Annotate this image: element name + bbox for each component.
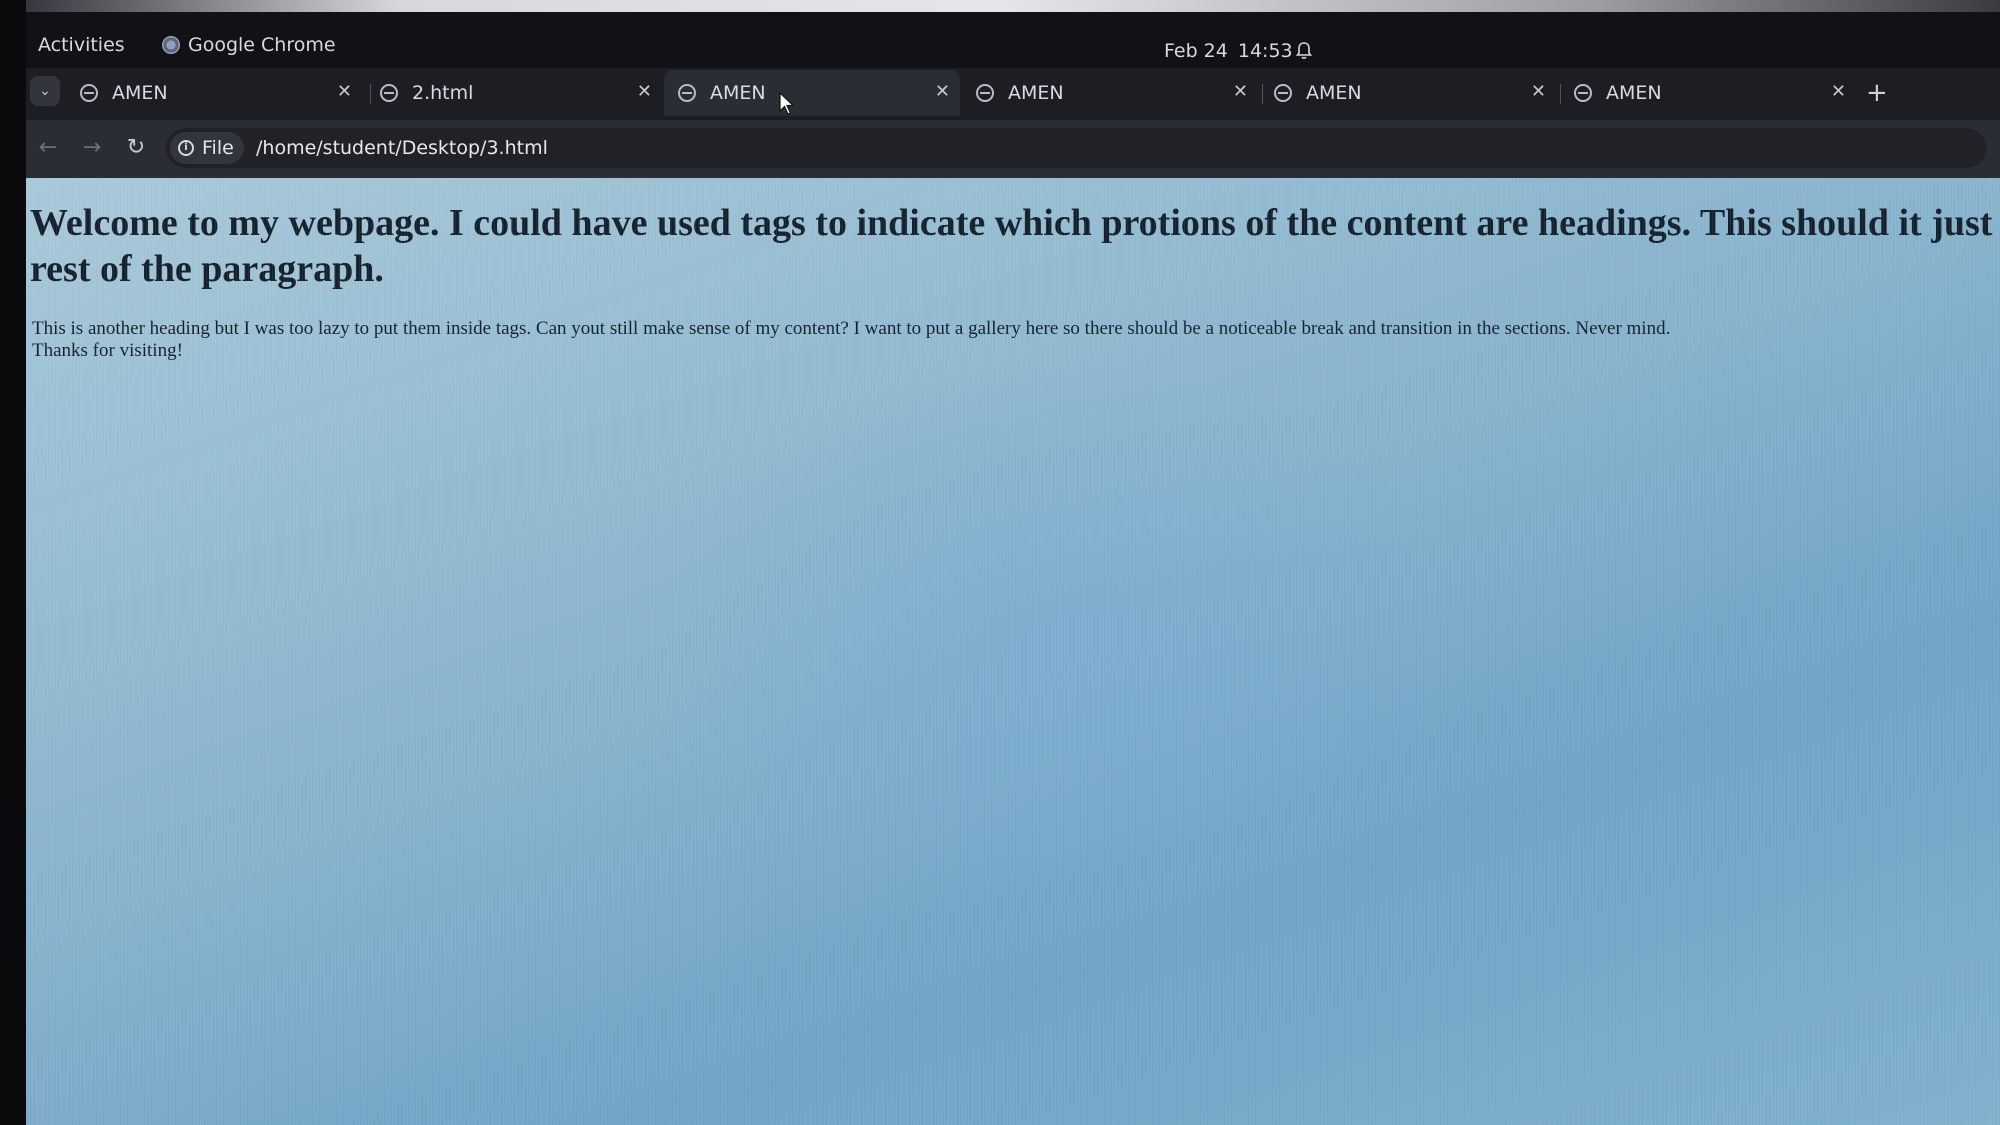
tab-2-html[interactable]: 2.html ✕ (366, 70, 662, 116)
monitor-bezel-left (0, 0, 26, 1125)
tab-title: AMEN (1008, 82, 1064, 104)
globe-icon (380, 84, 398, 102)
chevron-down-icon: ⌄ (39, 83, 51, 99)
activities-button[interactable]: Activities (38, 34, 125, 56)
bell-icon[interactable] (1296, 42, 1312, 60)
clock-time: 14:53 (1237, 40, 1293, 62)
globe-icon (80, 84, 98, 102)
new-tab-plus-icon[interactable]: + (1866, 78, 1888, 108)
close-icon[interactable]: ✕ (337, 81, 352, 102)
close-icon[interactable]: ✕ (935, 81, 950, 102)
globe-icon (1274, 84, 1292, 102)
chrome-icon (162, 36, 180, 54)
globe-icon (678, 84, 696, 102)
tab-title: 2.html (412, 82, 474, 104)
close-icon[interactable]: ✕ (637, 81, 652, 102)
globe-icon (976, 84, 994, 102)
tab-title: AMEN (112, 82, 168, 104)
page-heading-text: Welcome to my webpage. I could have used… (30, 202, 2000, 290)
tab-title: AMEN (710, 82, 766, 104)
address-bar[interactable]: i File /home/student/Desktop/3.html (166, 128, 1986, 168)
app-menu-label: Google Chrome (188, 34, 336, 56)
web-page-content: Welcome to my webpage. I could have used… (26, 178, 2000, 1125)
tab-amen-1[interactable]: AMEN ✕ (66, 70, 362, 116)
tab-strip: ⌄ AMEN ✕ 2.html ✕ AMEN ✕ AMEN ✕ AMEN ✕ A… (26, 68, 2000, 120)
site-info-chip[interactable]: i File (170, 132, 244, 164)
forward-arrow-icon[interactable]: → (78, 134, 106, 162)
info-icon: i (178, 140, 194, 156)
tab-search-button[interactable]: ⌄ (30, 76, 60, 106)
clock[interactable]: Feb 24 14:53 (1164, 40, 1293, 62)
tab-title: AMEN (1606, 82, 1662, 104)
close-icon[interactable]: ✕ (1831, 81, 1846, 102)
site-chip-label: File (202, 137, 234, 159)
clock-date: Feb 24 (1164, 40, 1228, 62)
monitor-bezel (0, 0, 2000, 12)
back-arrow-icon[interactable]: ← (34, 134, 62, 162)
tab-amen-4[interactable]: AMEN ✕ (962, 70, 1258, 116)
page-paragraph: This is another heading but I was too la… (32, 318, 1671, 361)
close-icon[interactable]: ✕ (1233, 81, 1248, 102)
tab-amen-6[interactable]: AMEN ✕ (1560, 70, 1856, 116)
tab-amen-5[interactable]: AMEN ✕ (1260, 70, 1556, 116)
reload-icon[interactable]: ↻ (122, 134, 150, 162)
close-icon[interactable]: ✕ (1531, 81, 1546, 102)
mouse-cursor-icon (779, 92, 795, 115)
system-top-bar: Activities Google Chrome Feb 24 14:53 (26, 12, 2000, 68)
app-menu[interactable]: Google Chrome (162, 34, 336, 56)
url-text[interactable]: /home/student/Desktop/3.html (256, 137, 548, 159)
globe-icon (1574, 84, 1592, 102)
screen: Activities Google Chrome Feb 24 14:53 ⌄ … (0, 0, 2000, 1125)
tab-amen-active[interactable]: AMEN ✕ (664, 70, 960, 116)
tab-title: AMEN (1306, 82, 1362, 104)
browser-toolbar: ← → ↻ i File /home/student/Desktop/3.htm… (26, 120, 2000, 178)
